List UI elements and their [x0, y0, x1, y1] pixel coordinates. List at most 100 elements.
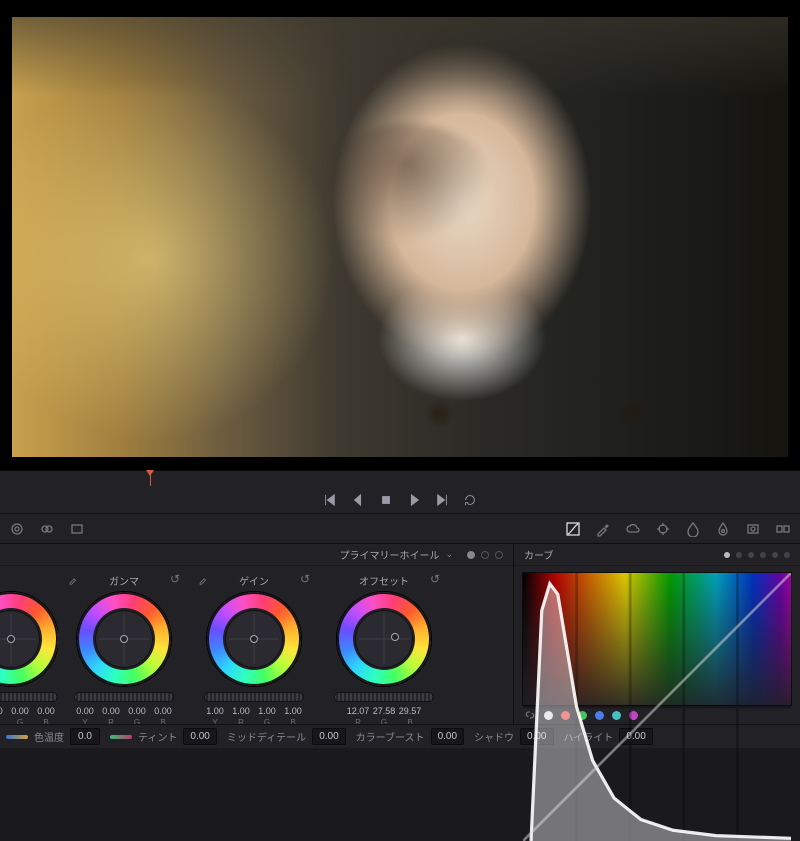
rectangle-icon[interactable]	[68, 520, 86, 538]
go-last-button[interactable]	[435, 493, 449, 507]
gamma-picker-icon[interactable]	[66, 572, 80, 586]
curves-mode-dot-6[interactable]	[784, 552, 790, 558]
gamma-color-wheel[interactable]	[77, 592, 171, 686]
gamma-master-jog[interactable]	[74, 692, 174, 702]
viewer	[0, 0, 800, 470]
gain-value-G[interactable]: 1.00	[255, 706, 279, 716]
gamma-wheel-label: ガンマ	[109, 573, 139, 588]
mode-dot-wheels[interactable]	[467, 551, 475, 559]
primaries-mode-label[interactable]: プライマリーホイール	[339, 547, 439, 562]
curves-mode-dot-5[interactable]	[772, 552, 778, 558]
preview-frame[interactable]	[12, 17, 788, 457]
colorboost-label: カラーブースト	[356, 729, 425, 744]
gamma-values: 0.00Y0.00R0.00G0.00B	[73, 706, 175, 724]
gain-picker-icon[interactable]	[196, 572, 210, 586]
playhead[interactable]	[150, 471, 151, 486]
camera-raw-icon[interactable]	[8, 520, 26, 538]
gain-reset-button[interactable]: ↺	[298, 572, 312, 586]
lift-value-label-G: G	[8, 718, 32, 724]
gain-master-jog[interactable]	[204, 692, 304, 702]
gain-value-R[interactable]: 1.00	[229, 706, 253, 716]
offset-master-jog[interactable]	[334, 692, 434, 702]
key-icon[interactable]	[714, 520, 732, 538]
gamma-reset-button[interactable]: ↺	[168, 572, 182, 586]
gamma-value-label-B: B	[151, 718, 175, 724]
gamma-value-label-G: G	[125, 718, 149, 724]
tint-value[interactable]: 0.00	[183, 728, 216, 745]
tint-label: ティント	[138, 729, 177, 744]
gain-color-wheel[interactable]	[207, 592, 301, 686]
gain-value-Y[interactable]: 1.00	[203, 706, 227, 716]
gain-wheel-column: ゲイン↺1.00Y1.00R1.00G1.00B	[190, 572, 318, 724]
lift-wheel-column: 0.00Y0.00R0.00G0.00B	[0, 572, 58, 724]
tracker-icon[interactable]	[654, 520, 672, 538]
gain-value-label-R: R	[229, 718, 253, 724]
stereo-icon[interactable]	[774, 520, 792, 538]
gamma-value-Y[interactable]: 0.00	[73, 706, 97, 716]
lift-values: 0.00Y0.00R0.00G0.00B	[0, 706, 58, 724]
chevron-down-icon[interactable]: ⌄	[445, 549, 453, 560]
lift-master-jog[interactable]	[0, 692, 58, 702]
mini-timeline[interactable]	[0, 470, 800, 486]
curves-mode-dot-1[interactable]	[724, 552, 730, 558]
mode-dot-log[interactable]	[495, 551, 503, 559]
tint-gauge[interactable]	[110, 735, 132, 739]
lift-color-wheel[interactable]	[0, 592, 58, 686]
sizing-icon[interactable]	[744, 520, 762, 538]
go-first-button[interactable]	[323, 493, 337, 507]
transport-controls	[0, 486, 800, 514]
offset-value-B[interactable]: 29.57	[398, 706, 422, 716]
gamma-wheel-handle[interactable]	[120, 635, 128, 643]
gamma-value-B[interactable]: 0.00	[151, 706, 175, 716]
offset-value-G[interactable]: 27.58	[372, 706, 396, 716]
gain-value-B[interactable]: 1.00	[281, 706, 305, 716]
param-colorboost: カラーブースト 0.00	[356, 728, 464, 745]
lift-value-G[interactable]: 0.00	[8, 706, 32, 716]
gamma-value-G[interactable]: 0.00	[125, 706, 149, 716]
middetail-value[interactable]: 0.00	[312, 728, 345, 745]
cloud-icon[interactable]	[624, 520, 642, 538]
gain-value-label-B: B	[281, 718, 305, 724]
prev-frame-button[interactable]	[351, 493, 365, 507]
lift-value-R[interactable]: 0.00	[0, 706, 6, 716]
param-temp: 色温度0.0	[6, 728, 100, 745]
offset-color-wheel[interactable]	[337, 592, 431, 686]
play-button[interactable]	[407, 493, 421, 507]
shadow-label: シャドウ	[474, 729, 514, 744]
curves-mode-dot-3[interactable]	[748, 552, 754, 558]
lower-panels: プライマリーホイール ⌄ 0.00Y0.00R0.00G0.00Bガンマ↺0.0…	[0, 544, 800, 724]
stop-button[interactable]	[379, 493, 393, 507]
gamma-value-R[interactable]: 0.00	[99, 706, 123, 716]
gain-values: 1.00Y1.00R1.00G1.00B	[203, 706, 305, 724]
param-tint: ティント 0.00	[110, 728, 217, 745]
primaries-panel: プライマリーホイール ⌄ 0.00Y0.00R0.00G0.00Bガンマ↺0.0…	[0, 544, 514, 724]
offset-value-R[interactable]: 12.07	[346, 706, 370, 716]
curves-palette-icon[interactable]	[564, 520, 582, 538]
blur-icon[interactable]	[684, 520, 702, 538]
curves-editor[interactable]	[522, 572, 792, 706]
mode-dot-bars[interactable]	[481, 551, 489, 559]
eyedropper-icon[interactable]	[594, 520, 612, 538]
offset-wheel-column: オフセット↺12.07R27.58G29.57B	[320, 572, 448, 724]
loop-button[interactable]	[463, 493, 477, 507]
lift-value-label-R: R	[0, 718, 6, 724]
colorboost-value[interactable]: 0.00	[431, 728, 464, 745]
offset-reset-button[interactable]: ↺	[428, 572, 442, 586]
gamma-value-label-Y: Y	[73, 718, 97, 724]
offset-wheel-handle[interactable]	[391, 633, 399, 641]
lift-value-label-B: B	[34, 718, 58, 724]
temp-value[interactable]: 0.0	[70, 728, 100, 745]
palette-toolbar	[0, 514, 800, 544]
gamma-wheel-header: ガンマ ↺	[60, 572, 188, 588]
offset-values: 12.07R27.58G29.57B	[346, 706, 422, 724]
curves-title: カーブ	[524, 547, 553, 562]
curves-mode-dot-4[interactable]	[760, 552, 766, 558]
lift-wheel-handle[interactable]	[7, 635, 15, 643]
lift-value-B[interactable]: 0.00	[34, 706, 58, 716]
curves-mode-dot-2[interactable]	[736, 552, 742, 558]
temp-gauge[interactable]	[6, 735, 28, 739]
color-match-icon[interactable]	[38, 520, 56, 538]
gain-wheel-handle[interactable]	[250, 635, 258, 643]
offset-value-label-G: G	[372, 718, 396, 724]
curves-header: カーブ	[514, 544, 800, 566]
